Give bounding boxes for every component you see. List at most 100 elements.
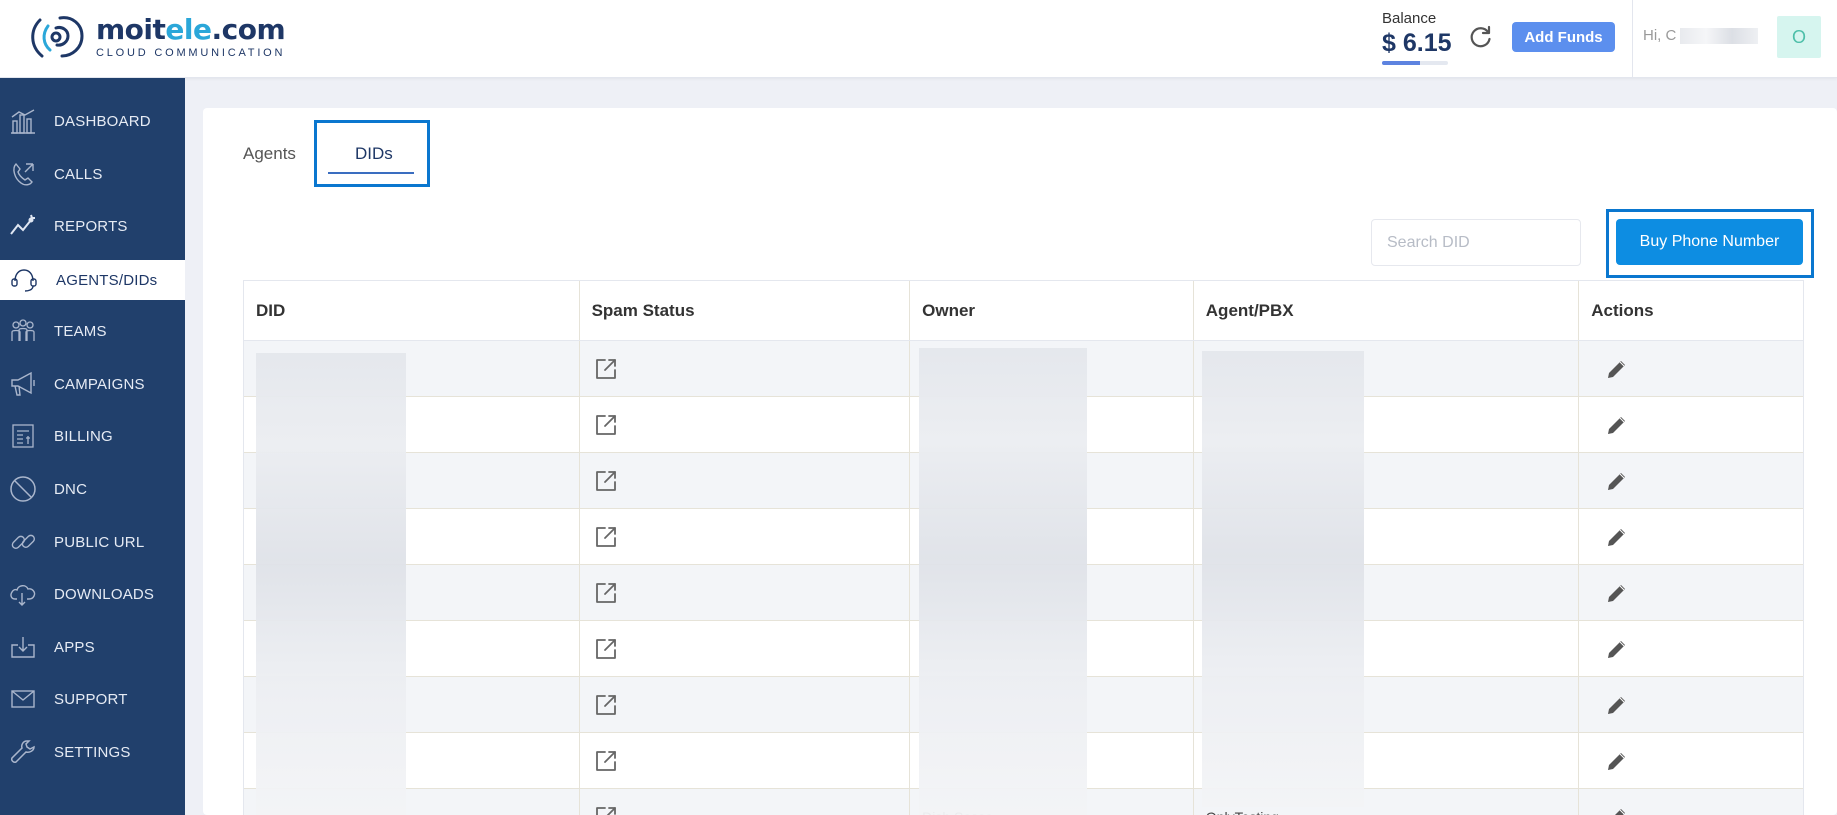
sidebar-item-reports[interactable]: REPORTS [0, 205, 185, 247]
sidebar-item-label: CALLS [54, 165, 103, 183]
refresh-icon[interactable] [1468, 24, 1494, 50]
edit-pencil-icon[interactable] [1605, 525, 1629, 549]
sidebar-item-label: AGENTS/DIDs [56, 271, 158, 289]
balance-progress [1382, 61, 1448, 65]
sidebar-item-calls[interactable]: CALLS [0, 153, 185, 195]
spam-status-cell [580, 733, 911, 788]
balance-label: Balance [1382, 10, 1437, 27]
spam-status-cell [580, 341, 911, 396]
actions-cell [1579, 453, 1803, 508]
balance-widget: Balance $ 6.15 [1382, 10, 1452, 65]
column-header-owner[interactable]: Owner [910, 281, 1194, 340]
edit-pencil-icon[interactable] [1605, 693, 1629, 717]
spam-status-cell [580, 789, 911, 815]
spam-status-cell [580, 621, 911, 676]
actions-cell [1579, 789, 1803, 815]
edit-pencil-icon[interactable] [1605, 805, 1629, 815]
external-link-icon[interactable] [594, 805, 618, 815]
actions-cell [1579, 341, 1803, 396]
actions-cell [1579, 733, 1803, 788]
redacted-owner-column [919, 348, 1087, 815]
avatar[interactable]: O [1777, 16, 1821, 58]
sidebar-item-agents-dids[interactable]: AGENTS/DIDs [0, 260, 185, 300]
edit-pencil-icon[interactable] [1605, 413, 1629, 437]
spam-status-cell [580, 397, 911, 452]
main-card: Agents DIDs Buy Phone Number DID Spam St… [203, 108, 1837, 815]
sidebar-item-label: SETTINGS [54, 743, 131, 761]
dashboard-icon [8, 106, 38, 136]
redacted-agent-column [1202, 351, 1364, 807]
brand-logo[interactable]: moitele.com CLOUD COMMUNICATION [26, 12, 286, 62]
external-link-icon[interactable] [594, 413, 618, 437]
sidebar-item-dashboard[interactable]: DASHBOARD [0, 100, 185, 142]
sidebar-item-label: DOWNLOADS [54, 585, 155, 603]
sidebar-item-label: PUBLIC URL [54, 533, 145, 551]
tab-dids-highlight [314, 120, 430, 187]
cloud-download-icon [8, 579, 38, 609]
external-link-icon[interactable] [594, 581, 618, 605]
sidebar-item-downloads[interactable]: DOWNLOADS [0, 573, 185, 615]
mail-icon [8, 684, 38, 714]
billing-icon [8, 421, 38, 451]
actions-cell [1579, 677, 1803, 732]
sidebar-item-settings[interactable]: SETTINGS [0, 731, 185, 773]
sidebar-item-apps[interactable]: APPS [0, 626, 185, 668]
sidebar-item-label: DASHBOARD [54, 112, 151, 130]
actions-cell [1579, 397, 1803, 452]
logo-mark-icon [31, 16, 84, 58]
wrench-icon [8, 737, 38, 767]
sidebar-item-campaigns[interactable]: CAMPAIGNS [0, 363, 185, 405]
top-header: moitele.com CLOUD COMMUNICATION Balance … [0, 0, 1837, 78]
sidebar-item-public-url[interactable]: PUBLIC URL [0, 521, 185, 563]
edit-pencil-icon[interactable] [1605, 637, 1629, 661]
external-link-icon[interactable] [594, 525, 618, 549]
external-link-icon[interactable] [594, 469, 618, 493]
tab-agents[interactable]: Agents [243, 144, 296, 164]
search-input[interactable] [1371, 219, 1581, 266]
actions-cell [1579, 509, 1803, 564]
sidebar-item-label: SUPPORT [54, 690, 128, 708]
spam-status-cell [580, 677, 911, 732]
sidebar-item-teams[interactable]: TEAMS [0, 310, 185, 352]
user-greeting[interactable]: Hi, C [1643, 27, 1759, 45]
column-header-did[interactable]: DID [244, 281, 580, 340]
sidebar-item-label: CAMPAIGNS [54, 375, 145, 393]
actions-cell [1579, 565, 1803, 620]
spam-status-cell [580, 453, 911, 508]
teams-icon [8, 316, 38, 346]
link-icon [8, 527, 38, 557]
sidebar-item-billing[interactable]: BILLING [0, 415, 185, 457]
block-icon [8, 474, 38, 504]
sidebar-item-support[interactable]: SUPPORT [0, 678, 185, 720]
sidebar-item-label: DNC [54, 480, 88, 498]
add-funds-button[interactable]: Add Funds [1512, 22, 1615, 52]
sidebar-item-label: REPORTS [54, 217, 128, 235]
actions-cell [1579, 621, 1803, 676]
sidebar-item-dnc[interactable]: DNC [0, 468, 185, 510]
brand-name: moitele.com [96, 13, 286, 46]
sidebar-item-label: BILLING [54, 427, 113, 445]
brand-tagline: CLOUD COMMUNICATION [96, 47, 286, 59]
table-header-row: DID Spam Status Owner Agent/PBX Actions [244, 281, 1803, 341]
external-link-icon[interactable] [594, 749, 618, 773]
edit-pencil-icon[interactable] [1605, 581, 1629, 605]
spam-status-cell [580, 565, 911, 620]
external-link-icon[interactable] [594, 693, 618, 717]
column-header-actions[interactable]: Actions [1579, 281, 1803, 340]
edit-pencil-icon[interactable] [1605, 357, 1629, 381]
spam-status-cell [580, 509, 911, 564]
sidebar-item-label: TEAMS [54, 322, 107, 340]
column-header-spam-status[interactable]: Spam Status [580, 281, 911, 340]
edit-pencil-icon[interactable] [1605, 749, 1629, 773]
external-link-icon[interactable] [594, 637, 618, 661]
sidebar: DASHBOARD CALLS REPORTS AGENTS/DIDs TEAM… [0, 78, 185, 815]
redacted-did-column [256, 353, 406, 815]
agent-name: OnlyTesting [1206, 809, 1279, 815]
edit-pencil-icon[interactable] [1605, 469, 1629, 493]
redacted-username [1680, 28, 1759, 45]
sidebar-item-label: APPS [54, 638, 95, 656]
external-link-icon[interactable] [594, 357, 618, 381]
agents-icon [8, 265, 38, 295]
reports-icon [8, 211, 38, 241]
column-header-agent-pbx[interactable]: Agent/PBX [1194, 281, 1580, 340]
